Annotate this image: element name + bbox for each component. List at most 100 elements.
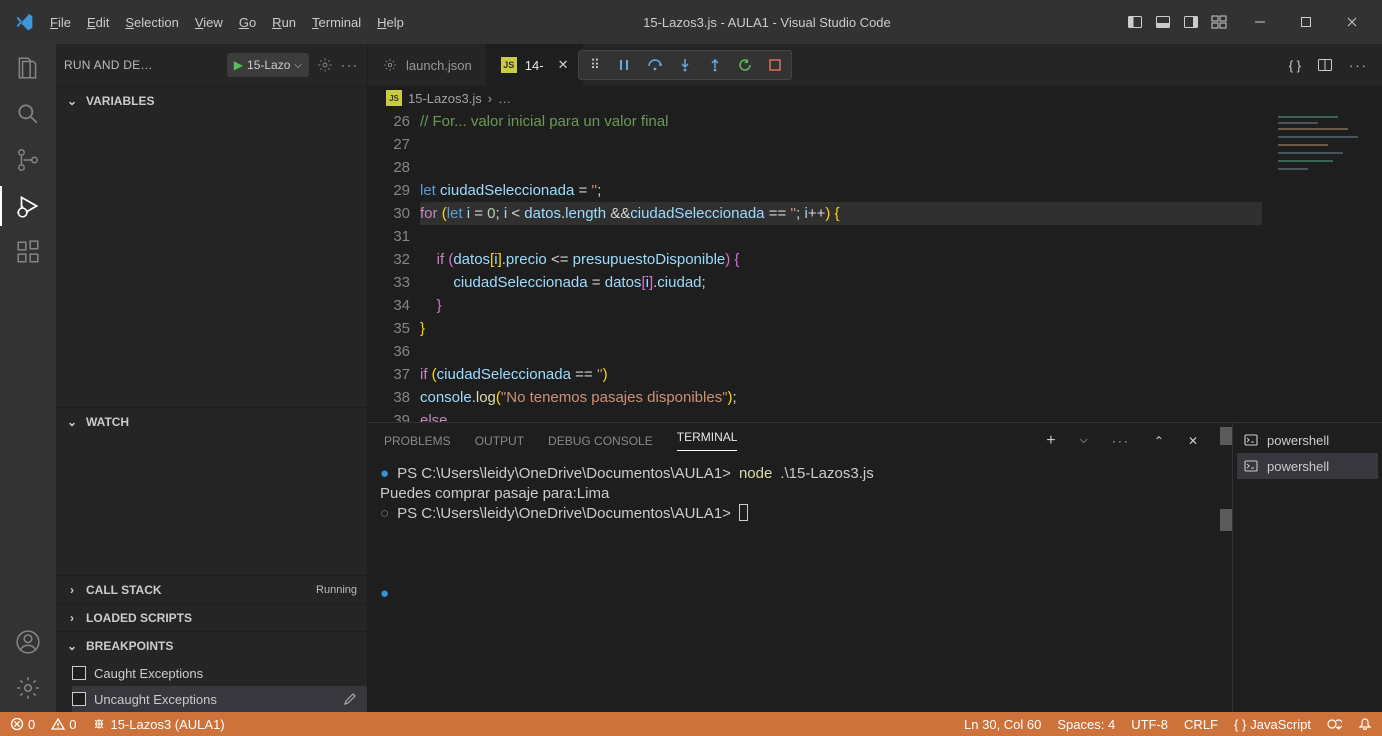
more-icon[interactable]: ··· [341, 58, 359, 72]
menu-help[interactable]: Help [369, 11, 412, 34]
menu-view[interactable]: View [187, 11, 231, 34]
minimize-button[interactable] [1238, 7, 1282, 37]
maximize-button[interactable] [1284, 7, 1328, 37]
layout-grid-icon[interactable] [1206, 9, 1232, 35]
panel-tab-debug-console[interactable]: DEBUG CONSOLE [548, 434, 653, 448]
sidebar-run-debug: RUN AND DE… ▶ 15-Lazo ⌵ ··· ⌄VARIABLES ⌄… [56, 44, 368, 712]
chevron-down-icon: ⌄ [64, 93, 80, 109]
tab-active-file[interactable]: JS 14- ✕ [487, 44, 584, 86]
settings-gear-icon[interactable] [14, 674, 42, 702]
pause-icon[interactable] [615, 55, 635, 75]
terminal-line: ●PS C:\Users\leidy\OneDrive\Documentos\A… [380, 464, 1202, 484]
checkbox[interactable] [72, 666, 86, 680]
step-out-icon[interactable] [705, 55, 725, 75]
feedback-icon[interactable] [1327, 717, 1342, 732]
gear-icon [382, 57, 398, 73]
panel-tabs: PROBLEMSOUTPUTDEBUG CONSOLETERMINAL + ⌵ … [368, 423, 1214, 458]
start-debug-icon[interactable]: ▶ [234, 58, 243, 72]
status-debug-target[interactable]: 15-Lazos3 (AULA1) [92, 717, 224, 732]
edit-icon[interactable] [343, 692, 357, 706]
status-indent[interactable]: Spaces: 4 [1057, 717, 1115, 732]
tab-launch-json[interactable]: launch.json [368, 44, 487, 86]
titlebar: FileEditSelectionViewGoRunTerminalHelp 1… [0, 0, 1382, 44]
js-file-icon: JS [386, 90, 402, 106]
section-variables[interactable]: ⌄VARIABLES [56, 87, 367, 115]
panel-bottom-icon[interactable] [1150, 9, 1176, 35]
menu-selection[interactable]: Selection [117, 11, 186, 34]
callstack-status: Running [316, 584, 357, 596]
source-control-icon[interactable] [14, 146, 42, 174]
status-cursor[interactable]: Ln 30, Col 60 [964, 717, 1041, 732]
code-content[interactable]: // For... valor inicial para un valor fi… [420, 110, 1262, 422]
bullet-icon: ● [380, 464, 389, 484]
chevron-down-icon: ⌄ [64, 638, 80, 654]
panel-tab-problems[interactable]: PROBLEMS [384, 434, 451, 448]
chevron-down-icon: ⌄ [64, 414, 80, 430]
terminal[interactable]: ●PS C:\Users\leidy\OneDrive\Documentos\A… [368, 458, 1214, 712]
minimap[interactable] [1262, 110, 1382, 422]
menu-go[interactable]: Go [231, 11, 264, 34]
close-panel-icon[interactable]: ✕ [1188, 434, 1198, 448]
configure-gear-icon[interactable] [317, 57, 333, 73]
search-icon[interactable] [14, 100, 42, 128]
status-warnings[interactable]: 0 [51, 717, 76, 732]
debug-toolbar[interactable]: ⠿ [578, 50, 792, 80]
stop-icon[interactable] [765, 55, 785, 75]
status-encoding[interactable]: UTF-8 [1131, 717, 1168, 732]
bullet-icon: ● [380, 585, 389, 602]
panel-right-icon[interactable] [1178, 9, 1204, 35]
cursor [739, 504, 748, 521]
braces-icon[interactable]: { } [1289, 58, 1301, 73]
menu-terminal[interactable]: Terminal [304, 11, 369, 34]
checkbox[interactable] [72, 692, 86, 706]
split-editor-icon[interactable] [1317, 57, 1333, 73]
panel-left-icon[interactable] [1122, 9, 1148, 35]
breadcrumb-file[interactable]: 15-Lazos3.js [408, 91, 482, 106]
status-errors[interactable]: 0 [10, 717, 35, 732]
more-icon[interactable]: ··· [1349, 58, 1368, 73]
code-editor[interactable]: 2627282930313233343536373839 // For... v… [368, 110, 1382, 422]
section-watch[interactable]: ⌄WATCH [56, 408, 367, 436]
explorer-icon[interactable] [14, 54, 42, 82]
activity-bar [0, 44, 56, 712]
terminal-scrollbar[interactable] [1214, 423, 1232, 712]
run-debug-icon[interactable] [14, 192, 42, 220]
layout-controls [1122, 9, 1232, 35]
breakpoint-row[interactable]: Uncaught Exceptions [72, 686, 367, 712]
debug-config-select[interactable]: ▶ 15-Lazo ⌵ [227, 53, 309, 77]
terminal-session[interactable]: powershell [1237, 453, 1378, 479]
menu-edit[interactable]: Edit [79, 11, 117, 34]
section-breakpoints[interactable]: ⌄BREAKPOINTS [56, 632, 367, 660]
more-icon[interactable]: ··· [1112, 434, 1130, 448]
maximize-panel-icon[interactable]: ⌃ [1154, 434, 1164, 448]
terminal-line: ○PS C:\Users\leidy\OneDrive\Documentos\A… [380, 504, 1202, 524]
grip-icon[interactable]: ⠿ [585, 55, 605, 75]
bottom-panel: PROBLEMSOUTPUTDEBUG CONSOLETERMINAL + ⌵ … [368, 422, 1382, 712]
chevron-right-icon: › [64, 582, 80, 598]
chevron-down-icon[interactable]: ⌵ [1080, 434, 1088, 447]
panel-tab-output[interactable]: OUTPUT [475, 434, 524, 448]
bell-icon[interactable] [1358, 717, 1372, 731]
close-tab-icon[interactable]: ✕ [558, 57, 569, 73]
breakpoint-row[interactable]: Caught Exceptions [72, 660, 367, 686]
breadcrumb-trail[interactable]: … [498, 91, 511, 106]
close-window-button[interactable] [1330, 7, 1374, 37]
account-icon[interactable] [14, 628, 42, 656]
extensions-icon[interactable] [14, 238, 42, 266]
restart-icon[interactable] [735, 55, 755, 75]
editor-tabs: launch.json JS 14- ✕ ⠿ { } ··· [368, 44, 1382, 86]
status-eol[interactable]: CRLF [1184, 717, 1218, 732]
step-over-icon[interactable] [645, 55, 665, 75]
new-terminal-icon[interactable]: + [1046, 432, 1055, 450]
terminal-session[interactable]: powershell [1237, 427, 1378, 453]
menu-file[interactable]: File [42, 11, 79, 34]
status-language[interactable]: { } JavaScript [1234, 717, 1311, 732]
vscode-logo-icon [14, 12, 34, 32]
breadcrumbs[interactable]: JS 15-Lazos3.js › … [368, 86, 1382, 110]
chevron-down-icon[interactable]: ⌵ [294, 60, 302, 71]
menu-run[interactable]: Run [264, 11, 304, 34]
section-loaded-scripts[interactable]: ›LOADED SCRIPTS [56, 604, 367, 632]
step-into-icon[interactable] [675, 55, 695, 75]
panel-tab-terminal[interactable]: TERMINAL [677, 430, 738, 451]
section-callstack[interactable]: ›CALL STACKRunning [56, 576, 367, 604]
